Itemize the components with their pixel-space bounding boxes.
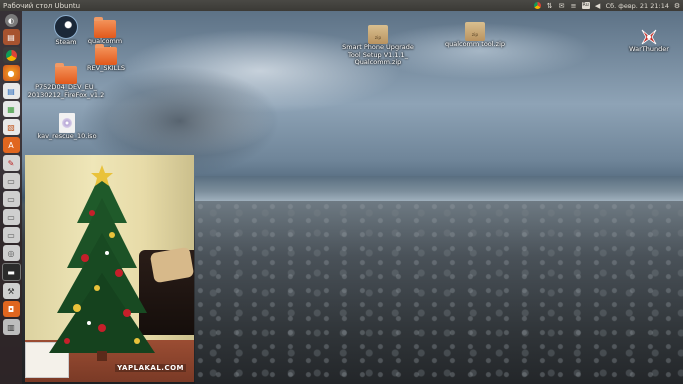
- desktop-icon-p752d04[interactable]: P752D04_DEV_EU_ 20130212_FireFox_v1.2: [27, 63, 105, 99]
- desktop-icon-qualcomm-zip[interactable]: qualcomm tool.zip: [444, 22, 506, 49]
- network-icon[interactable]: ⇅: [546, 2, 554, 10]
- desktop-icon-label: Smart Phone Upgrade Tool Setup V1.1.1_ Q…: [342, 43, 414, 66]
- desktop-icon-smartphone-zip[interactable]: Smart Phone Upgrade Tool Setup V1.1.1_ Q…: [342, 25, 414, 67]
- wallpaper-sea: [195, 176, 683, 201]
- terminal-icon[interactable]: ▬: [1, 263, 21, 281]
- software-center-icon[interactable]: A: [2, 137, 20, 153]
- zip-archive-icon: [368, 25, 388, 44]
- keyboard-icon[interactable]: Ru: [581, 2, 590, 10]
- desktop-icon-label: P752D04_DEV_EU_ 20130212_FireFox_v1.2: [27, 83, 105, 99]
- window-title: Рабочий стол Ubuntu: [3, 1, 81, 10]
- iso-file-icon: [59, 113, 75, 133]
- tool-icon[interactable]: ⚒: [2, 283, 20, 299]
- clock[interactable]: Сб. февр. 21 21:14: [606, 2, 669, 10]
- folder-icon: [95, 44, 117, 65]
- disc-icon[interactable]: ◎: [2, 245, 20, 261]
- files-icon[interactable]: ▤: [2, 29, 20, 45]
- christmas-tree-photo: YAPLAKAL.COM: [25, 155, 194, 382]
- volume-icon[interactable]: ◀: [594, 2, 602, 10]
- unity-launcher: ◐ ▤ ● ▤ ▦ ▧ A ✎ ▭ ▭ ▭ ▭ ◎ ▬ ⚒ ◘ ▥: [0, 11, 22, 384]
- settings-launcher-icon[interactable]: ✎: [2, 155, 20, 171]
- audio-icon[interactable]: ≡: [570, 2, 578, 10]
- watermark-text: YAPLAKAL.COM: [115, 364, 186, 372]
- desktop-icon-warthunder[interactable]: WarThunder: [626, 28, 672, 54]
- christmas-tree-image: [49, 165, 155, 361]
- impress-icon[interactable]: ▧: [2, 119, 20, 135]
- folder-icon: [55, 63, 77, 84]
- chrome-launcher-icon[interactable]: [2, 47, 20, 63]
- firefox-icon[interactable]: ●: [2, 65, 20, 81]
- drive-icon[interactable]: ▭: [2, 227, 20, 243]
- chrome-icon[interactable]: [534, 2, 542, 10]
- drive-icon[interactable]: ▭: [2, 173, 20, 189]
- desktop-icon-label: WarThunder: [629, 45, 669, 53]
- writer-icon[interactable]: ▤: [2, 83, 20, 99]
- wallpaper-beach: [195, 201, 683, 384]
- folder-icon: [94, 17, 116, 38]
- desktop-icon-label: qualcomm tool.zip: [444, 40, 506, 48]
- steam-icon: [54, 15, 78, 39]
- mail-icon[interactable]: ✉: [558, 2, 566, 10]
- calc-icon[interactable]: ▦: [2, 101, 20, 117]
- desktop-icon-label: Steam: [55, 38, 77, 46]
- drive-icon[interactable]: ▭: [2, 191, 20, 207]
- settings-icon[interactable]: ⚙: [673, 2, 681, 10]
- desktop-icon-kav-rescue[interactable]: kav_rescue_10.iso: [37, 113, 97, 141]
- system-tray: ⇅ ✉ ≡ Ru ◀ Сб. февр. 21 21:14 ⚙: [534, 0, 681, 11]
- desktop-icon-label: kav_rescue_10.iso: [37, 132, 97, 140]
- dash-home-icon[interactable]: ◐: [4, 14, 18, 27]
- drive-icon[interactable]: ▭: [2, 209, 20, 225]
- desktop-icon-steam[interactable]: Steam: [52, 15, 80, 47]
- trash-icon[interactable]: ▥: [2, 319, 20, 335]
- app-icon[interactable]: ◘: [2, 301, 20, 317]
- top-panel: Рабочий стол Ubuntu ⇅ ✉ ≡ Ru ◀ Сб. февр.…: [0, 0, 683, 11]
- zip-archive-icon: [465, 22, 485, 41]
- warthunder-icon: [640, 28, 658, 46]
